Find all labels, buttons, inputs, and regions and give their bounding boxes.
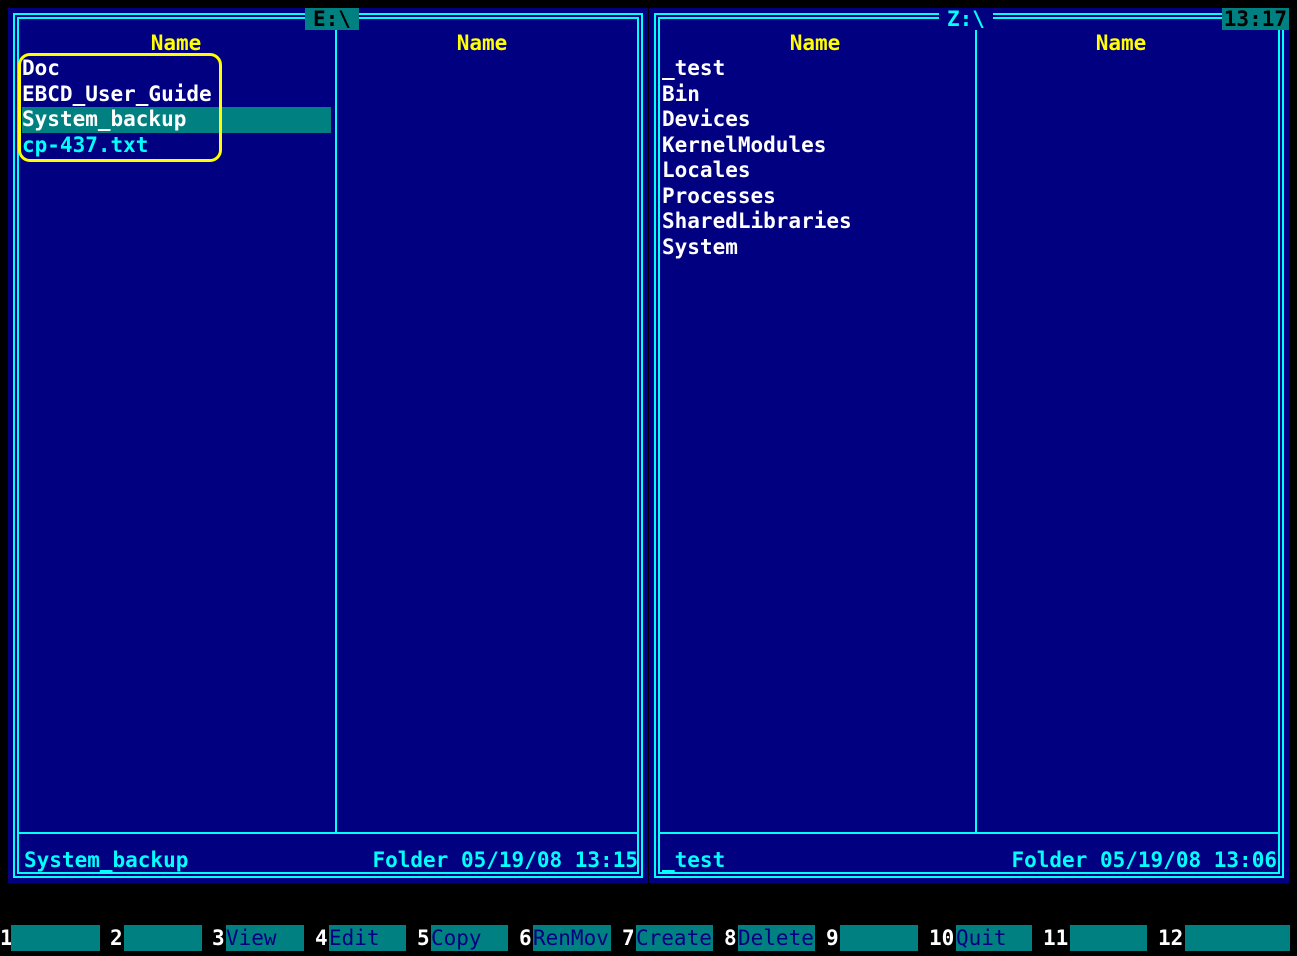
function-key-number: 11 xyxy=(1043,926,1069,950)
function-key-label xyxy=(11,925,100,951)
function-key-number: 10 xyxy=(929,926,955,950)
folder-item[interactable]: Processes xyxy=(662,184,972,210)
function-key-number: 5 xyxy=(417,926,430,950)
function-key-label xyxy=(1070,925,1147,951)
right-file-list: _test Bin Devices KernelModules Locales Proce… xyxy=(662,56,972,260)
function-key-5[interactable]: 5Copy xyxy=(417,925,508,951)
function-key-label: Edit xyxy=(329,925,406,951)
left-status-divider xyxy=(19,832,637,834)
function-key-number: 3 xyxy=(212,926,225,950)
right-col2-header[interactable]: Name xyxy=(971,31,1271,57)
left-status-info: Folder 05/19/08 13:15 xyxy=(372,848,638,872)
function-key-label xyxy=(840,925,918,951)
right-status-info: Folder 05/19/08 13:06 xyxy=(1011,848,1277,872)
function-key-number: 6 xyxy=(519,926,532,950)
left-column-divider xyxy=(335,19,337,833)
right-col1-header[interactable]: Name xyxy=(665,31,965,57)
right-status-divider xyxy=(660,832,1278,834)
function-key-label: RenMov xyxy=(533,925,611,951)
function-key-12[interactable]: 12 xyxy=(1158,925,1290,951)
function-key-number: 12 xyxy=(1158,926,1184,950)
right-path-label[interactable]: Z:\ xyxy=(939,8,993,30)
folder-item[interactable]: KernelModules xyxy=(662,133,972,159)
right-panel[interactable]: Z:\ 13:17 Name Name _test Bin Devices Kerne… xyxy=(649,8,1289,883)
function-key-label: View xyxy=(226,925,304,951)
folder-item[interactable]: Bin xyxy=(662,82,972,108)
left-col2-header[interactable]: Name xyxy=(332,31,632,57)
function-key-3[interactable]: 3View xyxy=(212,925,304,951)
function-key-number: 8 xyxy=(724,926,737,950)
function-key-7[interactable]: 7Create xyxy=(622,925,713,951)
function-key-6[interactable]: 6RenMov xyxy=(519,925,611,951)
function-key-1[interactable]: 1 xyxy=(0,925,100,951)
clock: 13:17 xyxy=(1221,7,1289,31)
folder-item[interactable]: Devices xyxy=(662,107,972,133)
function-key-number: 1 xyxy=(0,926,13,950)
folder-item[interactable]: _test xyxy=(662,56,972,82)
function-key-number: 7 xyxy=(622,926,635,950)
left-status-name: System_backup xyxy=(24,848,189,872)
function-key-number: 9 xyxy=(826,926,839,950)
function-key-10[interactable]: 10Quit xyxy=(929,925,1032,951)
function-key-4[interactable]: 4Edit xyxy=(315,925,406,951)
function-key-9[interactable]: 9 xyxy=(826,925,918,951)
function-key-label: Delete xyxy=(738,925,815,951)
function-key-11[interactable]: 11 xyxy=(1043,925,1147,951)
function-key-bar: 1 2 3View 4Edit 5Copy 6RenMov 7Create 8Delete 9 1… xyxy=(0,925,1297,951)
function-key-8[interactable]: 8Delete xyxy=(724,925,815,951)
function-key-label xyxy=(124,925,202,951)
function-key-label: Quit xyxy=(956,925,1032,951)
highlight-annotation xyxy=(18,53,222,162)
function-key-number: 2 xyxy=(110,926,123,950)
function-key-label xyxy=(1185,925,1290,951)
function-key-number: 4 xyxy=(315,926,328,950)
right-status-name: _test xyxy=(662,848,726,872)
folder-item[interactable]: Locales xyxy=(662,158,972,184)
function-key-label: Create xyxy=(636,925,713,951)
function-key-2[interactable]: 2 xyxy=(110,925,202,951)
function-key-label: Copy xyxy=(431,925,508,951)
left-path-label[interactable]: E:\ xyxy=(305,8,359,30)
right-column-divider xyxy=(975,19,977,833)
folder-item[interactable]: SharedLibraries xyxy=(662,209,972,235)
folder-item[interactable]: System xyxy=(662,235,972,261)
